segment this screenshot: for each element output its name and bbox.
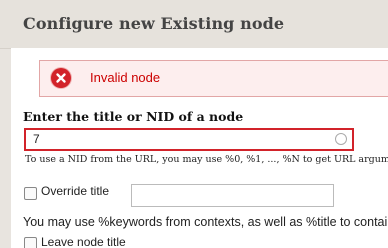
- keywords-help-text: You may use %keywords from contexts, as …: [23, 215, 388, 229]
- nid-input-value: 7: [33, 132, 40, 146]
- dialog-titlebar: Configure new Existing node: [0, 0, 388, 49]
- leave-node-title-checkbox[interactable]: [24, 237, 37, 248]
- autocomplete-throbber-icon: [335, 133, 347, 145]
- nid-autocomplete-input[interactable]: 7: [24, 128, 354, 151]
- override-title-label[interactable]: Override title: [41, 184, 109, 198]
- leave-node-title-label[interactable]: Leave node title: [41, 235, 126, 248]
- dialog-content: Invalid node Enter the title or NID of a…: [11, 48, 388, 248]
- error-message-box: Invalid node: [39, 60, 388, 97]
- nid-field-label: Enter the title or NID of a node: [23, 109, 244, 124]
- override-title-input[interactable]: [131, 184, 334, 207]
- error-text: Invalid node: [90, 70, 161, 85]
- dialog-title: Configure new Existing node: [23, 14, 285, 33]
- override-title-checkbox[interactable]: [24, 187, 37, 200]
- error-x-icon: [51, 68, 71, 88]
- nid-field-hint: To use a NID from the URL, you may use %…: [25, 154, 388, 165]
